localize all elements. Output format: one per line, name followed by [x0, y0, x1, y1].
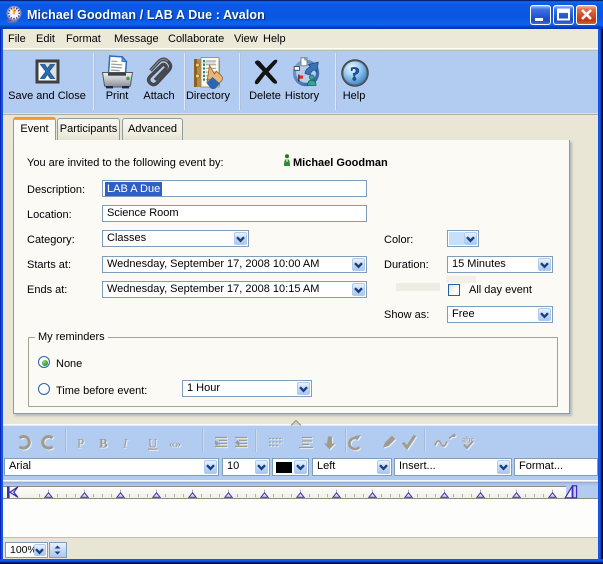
svg-text:B: B — [99, 436, 108, 451]
svg-text:«»: «» — [169, 437, 181, 451]
svg-text:?: ? — [350, 64, 360, 86]
svg-text:I: I — [122, 436, 128, 451]
svg-text:P: P — [77, 436, 84, 451]
svg-text:U: U — [148, 436, 158, 451]
